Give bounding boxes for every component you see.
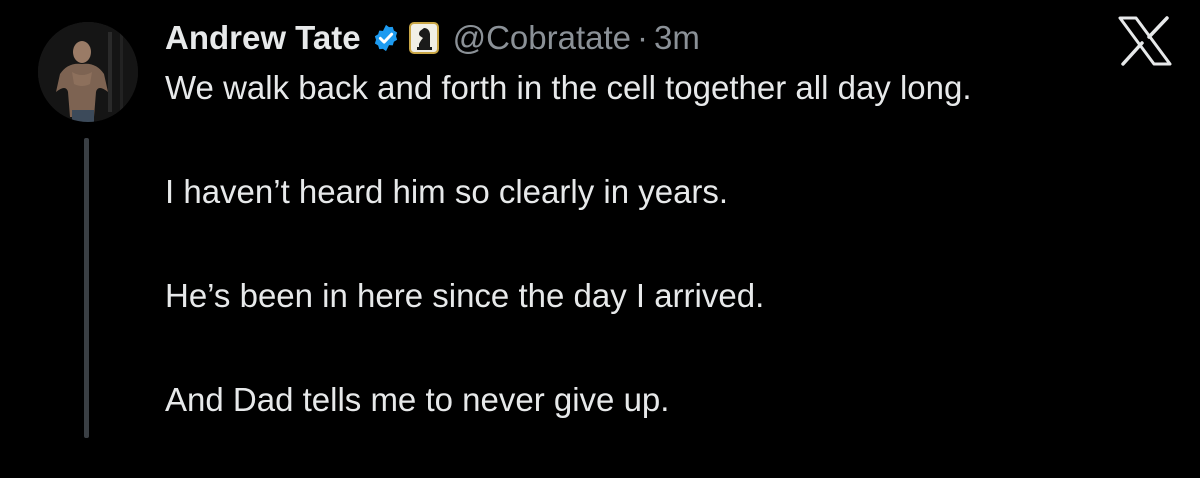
author-handle[interactable]: @Cobratate [453, 19, 631, 57]
verified-badge-icon [371, 23, 401, 53]
tweet-paragraph: I haven’t heard him so clearly in years. [165, 173, 729, 210]
avatar-image [38, 22, 138, 122]
tweet-text: We walk back and forth in the cell toget… [165, 62, 1175, 478]
tweet-header: Andrew Tate @Cobratate · 3m [165, 14, 700, 62]
tweet-paragraph: He’s been in here since the day I arrive… [165, 277, 765, 314]
chess-knight-icon[interactable] [408, 22, 439, 54]
display-name[interactable]: Andrew Tate [165, 19, 361, 57]
tweet-paragraph: And Dad tells me to never give up. [165, 381, 670, 418]
separator-dot: · [637, 19, 649, 56]
avatar[interactable] [38, 22, 138, 122]
thread-line [84, 138, 89, 438]
timestamp[interactable]: 3m [654, 19, 700, 57]
tweet-paragraph: We walk back and forth in the cell toget… [165, 69, 972, 106]
x-logo-icon[interactable] [1118, 16, 1172, 66]
